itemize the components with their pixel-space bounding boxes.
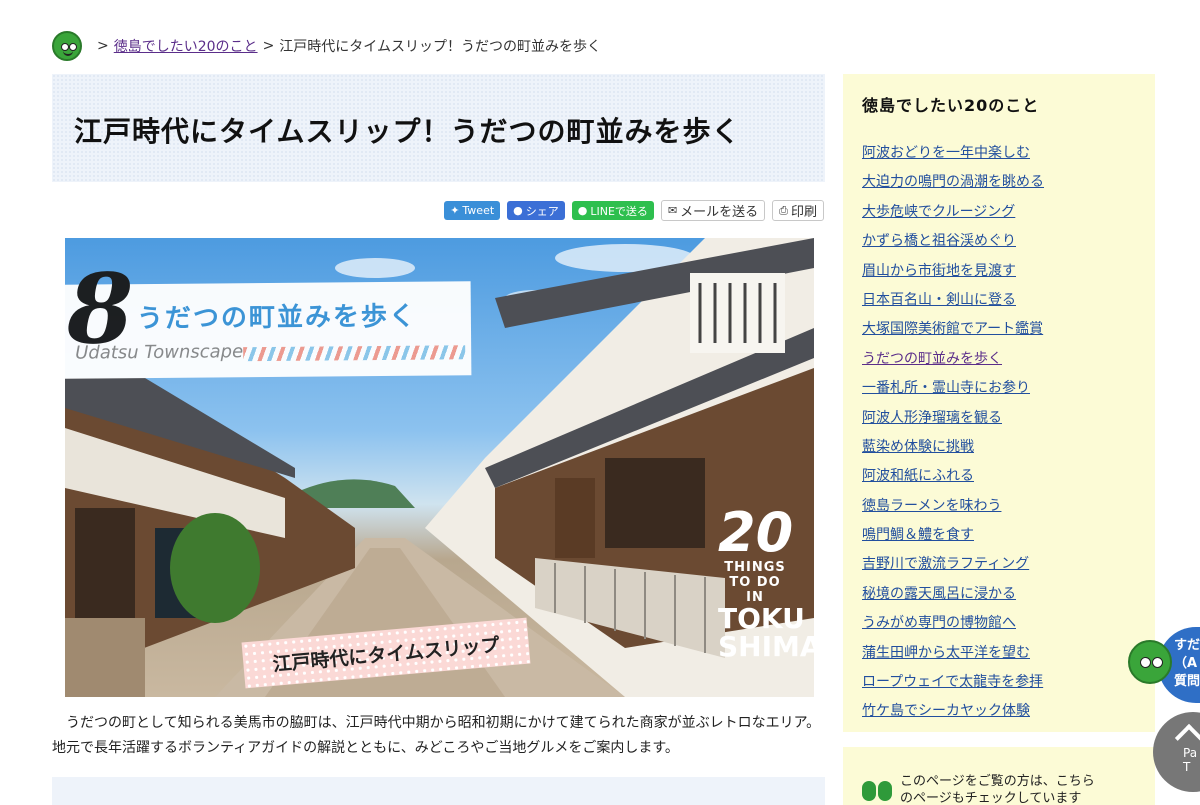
share-buttons: ✦ Tweet ● シェア ● LINEで送る ✉ メールを送る ⎙ 印刷 [444, 200, 824, 221]
page-top-button[interactable]: Pa T [1153, 712, 1200, 792]
line-label: LINEで送る [590, 204, 648, 218]
sidebar-item: 日本百名山・剣山に登る [862, 289, 1136, 318]
line-icon: ● [577, 204, 588, 217]
breadcrumb-link-parent[interactable]: 徳島でしたい20のこと [114, 36, 258, 56]
printer-icon: ⎙ [779, 203, 788, 217]
sidebar-link[interactable]: 眉山から市街地を見渡す [862, 263, 1016, 279]
sidebar-item: 阿波人形浄瑠璃を観る [862, 407, 1136, 436]
hero-image: 8 うだつの町並みを歩く Udatsu Townscape 江戸時代にタイムスリ… [65, 238, 814, 697]
sidebar-item: 藍染め体験に挑戦 [862, 436, 1136, 465]
tweet-button[interactable]: ✦ Tweet [444, 201, 501, 220]
badge-line: TO DO IN [729, 575, 781, 605]
sidebar-item: 蒲生田岬から太平洋を望む [862, 642, 1136, 671]
hero-subtitle: Udatsu Townscape [75, 341, 244, 364]
facebook-icon: ● [513, 204, 523, 217]
print-label: 印刷 [790, 205, 817, 220]
sidebar-link[interactable]: 竹ケ島でシーカヤック体験 [862, 703, 1030, 719]
sidebar-item: 大塚国際美術館でアート鑑賞 [862, 318, 1136, 347]
print-button[interactable]: ⎙ 印刷 [772, 200, 824, 221]
20-things-badge: 20 THINGS TO DO IN TOKU SHIMA [718, 501, 814, 663]
breadcrumb-separator: > [262, 38, 275, 54]
hero-title: うだつの町並みを歩く [136, 301, 418, 335]
related-pages-text: このページをご覧の方は、こちら のページもチェックしています [900, 773, 1095, 805]
sidebar-link[interactable]: 大迫力の鳴門の渦潮を眺める [862, 174, 1044, 190]
hero-title-banner: 8 うだつの町並みを歩く Udatsu Townscape [65, 252, 472, 379]
sidebar-item: 大歩危峡でクルージング [862, 201, 1136, 230]
sidebar-link[interactable]: 吉野川で激流ラフティング [862, 556, 1029, 572]
sidebar-item: かずら橋と祖谷渓めぐり [862, 230, 1136, 259]
sidebar-link[interactable]: 藍染め体験に挑戦 [862, 439, 974, 455]
sidebar-item: 鳴門鯛＆鱧を食す [862, 524, 1136, 553]
faq-line: すだ [1174, 638, 1200, 653]
sidebar-link-current[interactable]: うだつの町並みを歩く [862, 351, 1002, 367]
mascot-icon[interactable] [1128, 640, 1172, 684]
sidebar-link[interactable]: 一番札所・霊山寺にお参り [862, 380, 1030, 396]
mascot-home-icon[interactable] [52, 31, 82, 61]
mail-icon: ✉ [667, 204, 678, 217]
sidebar-item: ロープウェイで太龍寺を参拝 [862, 671, 1136, 700]
page-top-line: T [1183, 760, 1191, 774]
badge-line: THINGS [724, 560, 786, 575]
sidebar-item: 眉山から市街地を見渡す [862, 260, 1136, 289]
sidebar-link[interactable]: 阿波和紙にふれる [862, 468, 974, 484]
sidebar-item: 吉野川で激流ラフティング [862, 553, 1136, 582]
page-title: 江戸時代にタイムスリップ！うだつの町並みを歩く [74, 115, 741, 148]
breadcrumb: > 徳島でしたい20のこと > 江戸時代にタイムスリップ！うだつの町並みを歩く [52, 31, 601, 61]
sidebar-item: うみがめ専門の博物館へ [862, 612, 1136, 641]
line-share-button[interactable]: ● LINEで送る [571, 201, 654, 220]
sidebar: 徳島でしたい20のこと 阿波おどりを一年中楽しむ 大迫力の鳴門の渦潮を眺める 大… [843, 74, 1155, 732]
sidebar-link[interactable]: うみがめ専門の博物館へ [862, 615, 1016, 631]
sidebar-heading: 徳島でしたい20のこと [862, 96, 1040, 115]
faq-line: （A [1174, 656, 1198, 671]
breadcrumb-separator: > [97, 38, 109, 54]
sidebar-link[interactable]: 蒲生田岬から太平洋を望む [862, 645, 1030, 661]
mail-button[interactable]: ✉ メールを送る [660, 200, 766, 221]
binoculars-icon [862, 777, 894, 803]
sidebar-link[interactable]: 阿波人形浄瑠璃を観る [862, 410, 1002, 426]
sidebar-item: 大迫力の鳴門の渦潮を眺める [862, 171, 1136, 200]
sidebar-item: 阿波和紙にふれる [862, 465, 1136, 494]
sidebar-item: 秘境の露天風呂に浸かる [862, 583, 1136, 612]
sidebar-item: 徳島ラーメンを味わう [862, 495, 1136, 524]
facebook-share-button[interactable]: ● シェア [507, 201, 565, 220]
facebook-label: シェア [525, 204, 559, 218]
sidebar-item: 阿波おどりを一年中楽しむ [862, 142, 1136, 171]
sidebar-link[interactable]: 日本百名山・剣山に登る [862, 292, 1016, 308]
sidebar-item: 一番札所・霊山寺にお参り [862, 377, 1136, 406]
next-section-box [52, 777, 825, 805]
sidebar-link[interactable]: ロープウェイで太龍寺を参拝 [862, 674, 1043, 690]
mail-label: メールを送る [680, 205, 759, 220]
page-title-box: 江戸時代にタイムスリップ！うだつの町並みを歩く [52, 74, 825, 182]
decorative-stripes [243, 345, 466, 362]
badge-line: TOKU [718, 602, 805, 635]
sidebar-link[interactable]: かずら橋と祖谷渓めぐり [862, 233, 1016, 249]
faq-line: 質問 [1174, 674, 1200, 689]
related-line: このページをご覧の方は、こちら [900, 774, 1095, 789]
sidebar-link[interactable]: 秘境の露天風呂に浸かる [862, 586, 1016, 602]
tweet-label: Tweet [462, 204, 495, 217]
sidebar-list: 阿波おどりを一年中楽しむ 大迫力の鳴門の渦潮を眺める 大歩危峡でクルージング か… [862, 142, 1136, 730]
badge-number: 20 [718, 501, 794, 564]
lead-paragraph: うだつの町として知られる美馬市の脇町は、江戸時代中期から昭和初期にかけて建てられ… [52, 715, 821, 756]
breadcrumb-current: 江戸時代にタイムスリップ！うだつの町並みを歩く [279, 39, 602, 55]
sidebar-link[interactable]: 大塚国際美術館でアート鑑賞 [862, 321, 1043, 337]
related-pages-box: このページをご覧の方は、こちら のページもチェックしています [843, 747, 1155, 805]
sidebar-link[interactable]: 阿波おどりを一年中楽しむ [862, 145, 1030, 161]
twitter-bird-icon: ✦ [450, 204, 460, 217]
sidebar-link[interactable]: 鳴門鯛＆鱧を食す [862, 527, 974, 543]
sidebar-item: 竹ケ島でシーカヤック体験 [862, 700, 1136, 729]
related-line: のページもチェックしています [900, 791, 1082, 805]
badge-line: SHIMA [718, 630, 814, 663]
sidebar-link[interactable]: 徳島ラーメンを味わう [862, 498, 1001, 514]
sidebar-item: うだつの町並みを歩く [862, 348, 1136, 377]
sidebar-link[interactable]: 大歩危峡でクルージング [862, 204, 1015, 220]
